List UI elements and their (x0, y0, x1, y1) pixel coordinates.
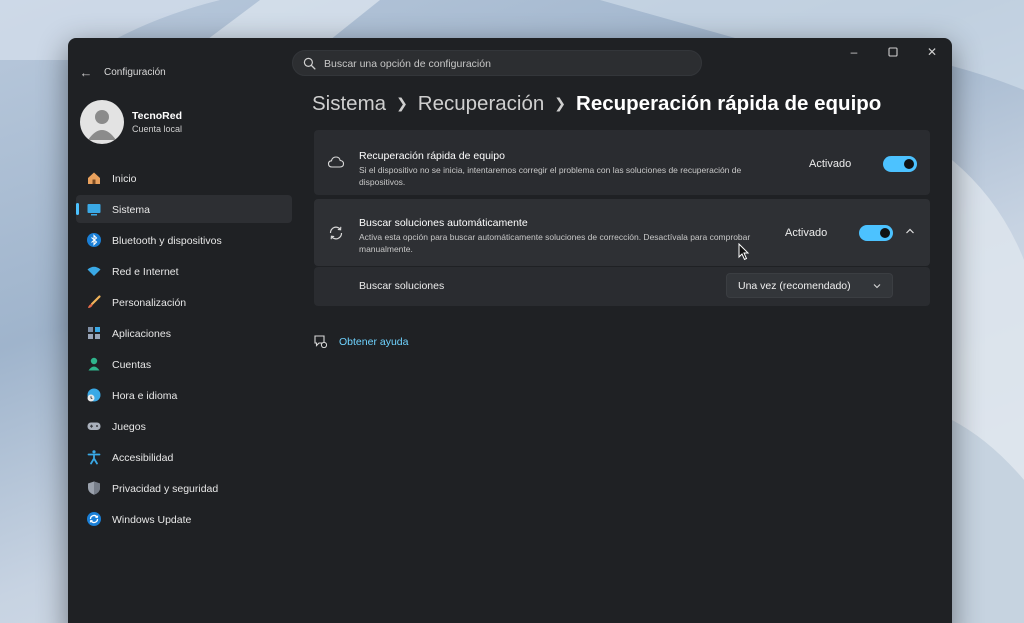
auto-search-toggle[interactable] (859, 225, 893, 241)
page-title: Recuperación rápida de equipo (576, 92, 882, 115)
sidebar-item-privacidad[interactable]: Privacidad y seguridad (76, 474, 292, 502)
search-input[interactable]: Buscar una opción de configuración (324, 58, 491, 70)
account-icon (88, 357, 100, 371)
shield-icon (88, 481, 100, 495)
back-arrow-icon[interactable]: ← (78, 65, 94, 81)
sidebar-item-red[interactable]: Red e Internet (76, 257, 292, 285)
time-language-icon (87, 388, 101, 402)
minimize-icon[interactable]: – (842, 42, 866, 62)
breadcrumb-item-sistema[interactable]: Sistema (312, 92, 386, 115)
avatar (80, 100, 124, 144)
quick-recovery-title: Recuperación rápida de equipo (359, 150, 505, 162)
sidebar-item-cuentas[interactable]: Cuentas (76, 350, 292, 378)
brush-icon (88, 295, 101, 308)
auto-search-card[interactable]: Buscar soluciones automáticamente Activa… (314, 199, 930, 266)
dropdown-value: Una vez (recomendado) (738, 280, 851, 292)
sidebar-item-sistema[interactable]: Sistema (76, 195, 292, 223)
get-help-link[interactable]: Obtener ayuda (339, 336, 408, 348)
quick-recovery-state: Activado (809, 158, 852, 170)
close-icon[interactable]: ✕ (920, 42, 944, 62)
home-icon (88, 172, 100, 184)
auto-search-title: Buscar soluciones automáticamente (359, 217, 528, 229)
maximize-icon[interactable] (881, 42, 905, 62)
chevron-right-icon: ❯ (554, 95, 567, 111)
sidebar-item-label: Juegos (112, 421, 146, 433)
sidebar-item-personalizacion[interactable]: Personalización (76, 288, 292, 316)
sidebar-item-hora[interactable]: Hora e idioma (76, 381, 292, 409)
sidebar-item-inicio[interactable]: Inicio (76, 164, 292, 192)
sidebar-item-juegos[interactable]: Juegos (76, 412, 292, 440)
search-icon (303, 57, 316, 70)
sidebar-item-label: Bluetooth y dispositivos (112, 235, 222, 247)
sidebar-item-label: Inicio (112, 173, 137, 185)
gamepad-icon (87, 422, 101, 430)
title-bar: ← Configuración Buscar una opción de con… (68, 38, 952, 86)
quick-recovery-toggle[interactable] (883, 156, 917, 172)
sidebar-item-label: Accesibilidad (112, 452, 174, 464)
help-chat-icon (314, 335, 327, 348)
update-icon (87, 512, 101, 526)
search-box[interactable]: Buscar una opción de configuración (292, 50, 702, 76)
bluetooth-icon (87, 233, 101, 247)
quick-recovery-card: Recuperación rápida de equipo Si el disp… (314, 130, 930, 195)
sidebar-item-label: Cuentas (112, 359, 152, 371)
search-solutions-row: Buscar soluciones Una vez (recomendado) (314, 267, 930, 306)
app-title: Configuración (104, 67, 166, 78)
sidebar-nav: Inicio Sistema Bluetooth y dispositivos … (76, 164, 292, 536)
sidebar-item-windows-update[interactable]: Windows Update (76, 505, 292, 533)
sidebar-item-bluetooth[interactable]: Bluetooth y dispositivos (76, 226, 292, 254)
breadcrumb-item-recuperacion[interactable]: Recuperación (418, 92, 545, 115)
account-type: Cuenta local (132, 124, 183, 134)
mouse-cursor-icon (738, 243, 750, 261)
sidebar-item-accesibilidad[interactable]: Accesibilidad (76, 443, 292, 471)
breadcrumb: Sistema ❯ Recuperación ❯ Recuperación rápida… (312, 92, 881, 116)
sidebar-item-label: Hora e idioma (112, 390, 178, 402)
auto-search-description: Activa esta opción para buscar automátic… (359, 232, 751, 254)
cloud-icon (327, 156, 345, 168)
sidebar-item-label: Windows Update (112, 514, 192, 526)
chevron-down-icon (873, 284, 881, 289)
apps-icon (88, 327, 100, 339)
search-solutions-dropdown[interactable]: Una vez (recomendado) (726, 273, 893, 298)
chevron-right-icon: ❯ (396, 95, 408, 111)
accessibility-icon (87, 450, 101, 465)
system-icon (87, 204, 101, 216)
sidebar-item-label: Personalización (112, 297, 187, 309)
sync-icon (329, 226, 343, 240)
quick-recovery-description: Si el dispositivo no se inicia, intentar… (359, 165, 742, 187)
search-solutions-label: Buscar soluciones (359, 280, 445, 292)
chevron-up-icon[interactable] (904, 225, 916, 237)
auto-search-state: Activado (785, 227, 828, 239)
sidebar-item-label: Privacidad y seguridad (112, 483, 219, 495)
sidebar-item-label: Sistema (112, 204, 150, 216)
user-name: TecnoRed (132, 110, 182, 122)
sidebar-item-label: Red e Internet (112, 266, 179, 278)
sidebar-item-aplicaciones[interactable]: Aplicaciones (76, 319, 292, 347)
wifi-icon (87, 266, 101, 276)
settings-window: ← Configuración Buscar una opción de con… (68, 38, 952, 623)
sidebar-item-label: Aplicaciones (112, 328, 171, 340)
